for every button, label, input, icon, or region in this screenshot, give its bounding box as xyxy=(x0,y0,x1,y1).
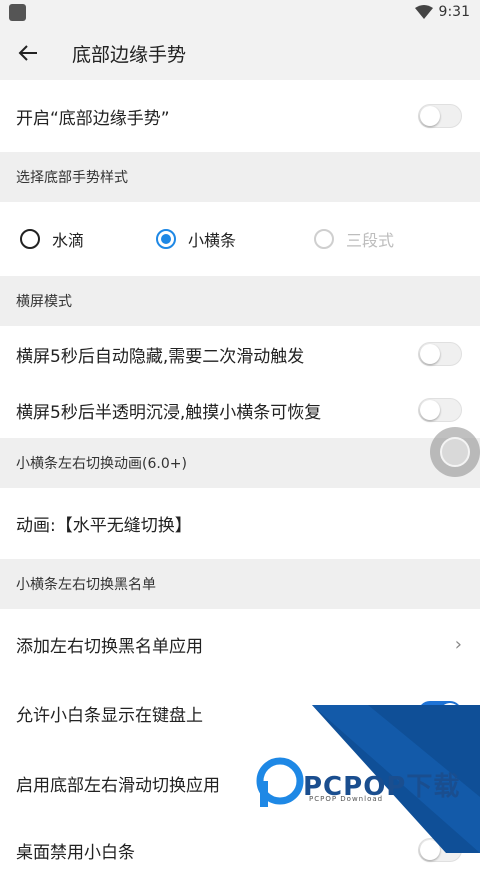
radio-small-bar[interactable]: 小横条 xyxy=(156,227,236,251)
landscape-translucent-row[interactable]: 横屏5秒后半透明沉浸,触摸小横条可恢复 xyxy=(0,382,480,438)
radio-label: 三段式 xyxy=(346,231,395,250)
setting-label: 桌面禁用小白条 xyxy=(16,842,135,863)
app-bar: 底部边缘手势 xyxy=(0,26,480,80)
landscape-auto-hide-switch[interactable] xyxy=(418,342,462,366)
setting-label: 添加左右切换黑名单应用 xyxy=(16,636,203,657)
add-blacklist-row[interactable]: 添加左右切换黑名单应用 › xyxy=(0,609,480,679)
landscape-auto-hide-row[interactable]: 横屏5秒后自动隐藏,需要二次滑动触发 xyxy=(0,326,480,382)
watermark-sub: PCPOP Download xyxy=(309,795,384,803)
animation-section-header: 小横条左右切换动画(6.0+) xyxy=(0,438,480,488)
radio-label: 小横条 xyxy=(188,231,237,250)
radio-disabled-icon xyxy=(314,229,335,249)
radio-label: 水滴 xyxy=(52,231,85,250)
chevron-right-icon: › xyxy=(454,633,462,655)
landscape-section-header: 横屏模式 xyxy=(0,276,480,326)
setting-label: 横屏5秒后半透明沉浸,触摸小横条可恢复 xyxy=(16,402,322,423)
animation-section-title: 小横条左右切换动画(6.0+) xyxy=(16,456,187,472)
style-section-title: 选择底部手势样式 xyxy=(16,170,128,186)
setting-label: 允许小白条显示在键盘上 xyxy=(16,705,203,726)
style-section-header: 选择底部手势样式 xyxy=(0,152,480,202)
wifi-icon xyxy=(414,5,433,19)
floating-assist-ball[interactable] xyxy=(430,427,480,477)
blacklist-section-header: 小横条左右切换黑名单 xyxy=(0,559,480,609)
main-toggle-row[interactable]: 开启“底部边缘手势” xyxy=(0,80,480,152)
animation-row[interactable]: 动画:【水平无缝切换】 xyxy=(0,488,480,559)
landscape-section-title: 横屏模式 xyxy=(16,294,72,310)
app-notification-icon xyxy=(9,4,26,21)
setting-label: 启用底部左右滑动切换应用 xyxy=(16,775,220,796)
animation-label: 动画:【水平无缝切换】 xyxy=(16,516,192,536)
main-toggle-label: 开启“底部边缘手势” xyxy=(16,108,170,129)
style-radio-group: 水滴 小横条 三段式 xyxy=(0,202,480,276)
status-bar: 9:31 xyxy=(0,0,480,26)
page-title: 底部边缘手势 xyxy=(72,43,187,66)
status-right: 9:31 xyxy=(414,4,470,20)
back-button[interactable] xyxy=(0,26,56,80)
landscape-translucent-switch[interactable] xyxy=(418,398,462,422)
radio-circle-icon xyxy=(20,229,40,249)
radio-selected-icon xyxy=(156,229,177,249)
arrow-left-icon xyxy=(18,45,37,61)
main-toggle-switch[interactable] xyxy=(418,104,462,128)
radio-water-drop[interactable]: 水滴 xyxy=(20,227,84,251)
blacklist-section-title: 小横条左右切换黑名单 xyxy=(16,577,156,593)
radio-three-segment: 三段式 xyxy=(314,227,394,251)
status-time: 9:31 xyxy=(438,4,470,20)
setting-label: 横屏5秒后自动隐藏,需要二次滑动触发 xyxy=(16,346,305,367)
